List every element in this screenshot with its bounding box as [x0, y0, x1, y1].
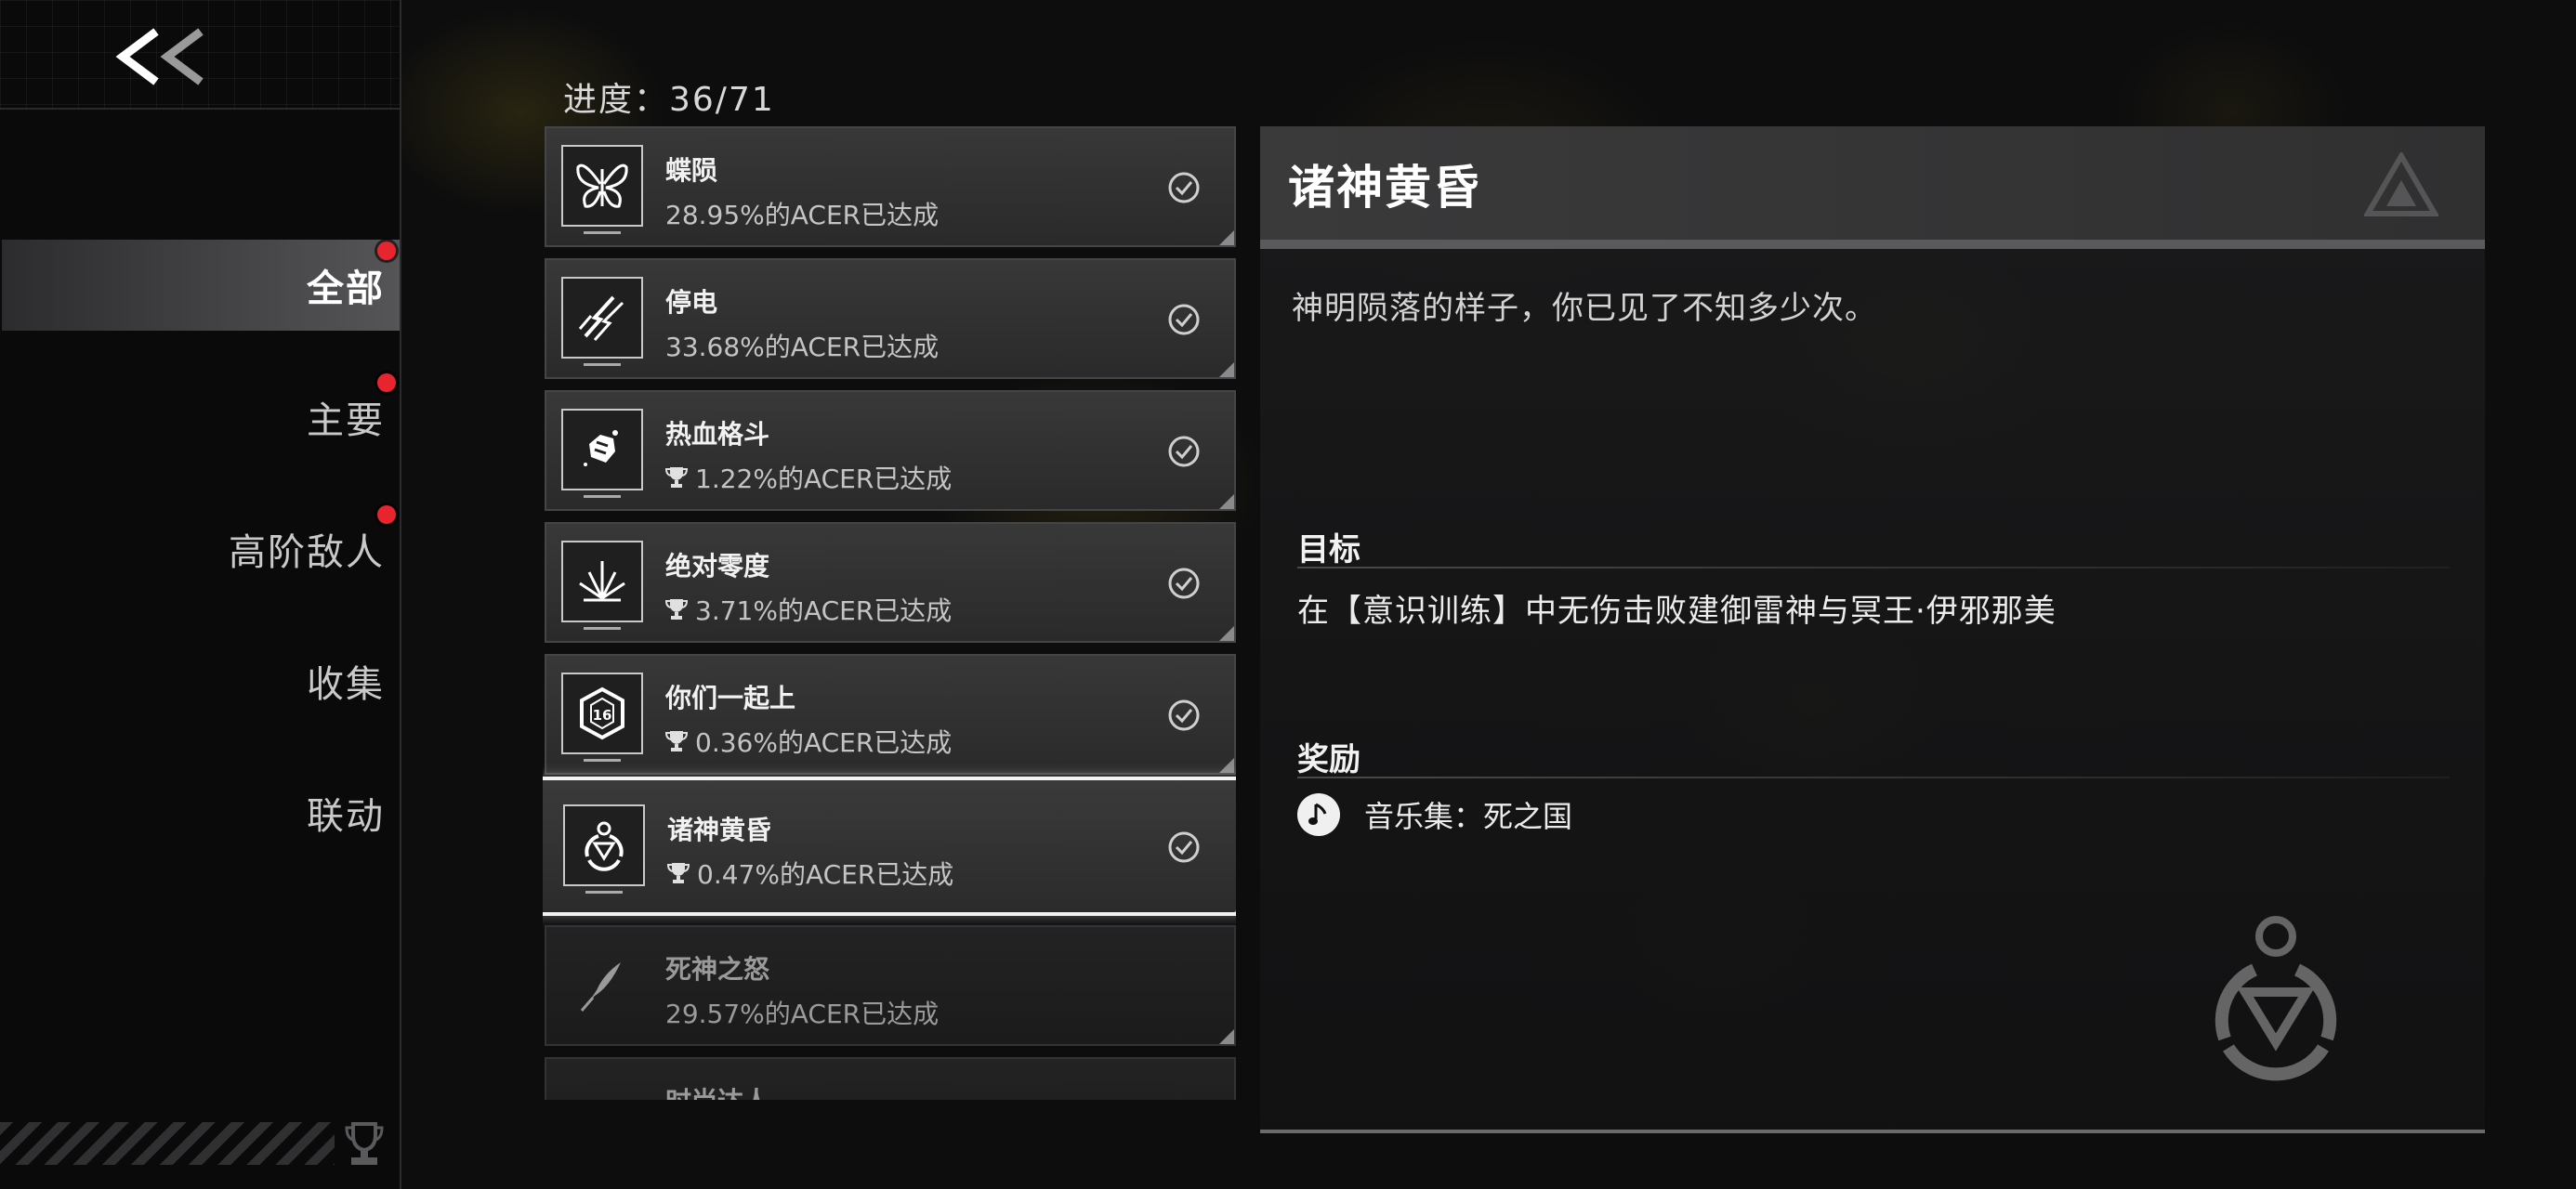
- achievement-badge: [561, 145, 643, 234]
- check-circle-icon: [1168, 831, 1200, 863]
- achievement-detail-panel: 诸神黄昏 神明陨落的样子，你已见了不知多少次。 目标 在【意识训练】中无伤击败建…: [1260, 126, 2485, 1133]
- achievement-badge: [561, 409, 643, 498]
- divine-emblem-icon: [585, 821, 624, 871]
- hatch-decoration: [0, 1122, 335, 1165]
- achievement-stat-text: 0.47%的ACER已达成: [697, 859, 954, 890]
- trophy-icon: [665, 731, 688, 751]
- sidebar: 全部 主要 高阶敌人 收集 联动: [0, 0, 401, 1189]
- goal-divider: [1297, 567, 2450, 568]
- svg-text:16: 16: [593, 707, 612, 724]
- reward-item[interactable]: 音乐集：死之国: [1297, 793, 1572, 836]
- divine-emblem-watermark-icon: [2215, 916, 2337, 1081]
- achievement-badge: [561, 277, 643, 366]
- achievement-card-all-together[interactable]: 16 你们一起上 0.36%的ACER已达成: [545, 654, 1236, 775]
- achievement-stat-text: 0.36%的ACER已达成: [695, 727, 953, 758]
- goal-label: 目标: [1297, 531, 1360, 568]
- fashion-icon: [572, 1087, 632, 1100]
- notification-dot: [377, 505, 396, 524]
- achievement-stat-text: 1.22%的ACER已达成: [695, 464, 953, 494]
- lightning-claw-icon: [578, 295, 624, 341]
- achievement-card-hot-blooded-fight[interactable]: 热血格斗 1.22%的ACER已达成: [545, 390, 1236, 511]
- achievement-badge: [561, 944, 643, 1026]
- achievement-stat-text: 3.71%的ACER已达成: [695, 595, 953, 626]
- nav-item-main[interactable]: 主要: [0, 372, 400, 463]
- detail-header: 诸神黄昏: [1260, 126, 2485, 249]
- notification-dot: [377, 242, 396, 260]
- achievement-card-ragnarok[interactable]: 诸神黄昏 0.47%的ACER已达成: [543, 777, 1236, 916]
- achievement-stat: 0.36%的ACER已达成: [665, 723, 952, 760]
- achievement-title: 死神之怒: [665, 954, 770, 985]
- achievement-stat: 29.57%的ACER已达成: [665, 994, 939, 1031]
- notification-dot: [377, 373, 396, 392]
- achievement-card-blackout[interactable]: 停电 33.68%的ACER已达成: [545, 258, 1236, 379]
- sidebar-header: [0, 0, 400, 110]
- achievement-card-absolute-zero[interactable]: 绝对零度 3.71%的ACER已达成: [545, 522, 1236, 643]
- music-note-icon: [1297, 793, 1340, 836]
- achievement-badge: [563, 804, 645, 894]
- nav-item-elite-enemies[interactable]: 高阶敌人: [0, 503, 400, 594]
- achievement-title: 停电: [665, 287, 718, 318]
- check-circle-icon: [1168, 699, 1200, 731]
- nav-item-all[interactable]: 全部: [2, 240, 400, 331]
- fist-icon: [584, 430, 618, 466]
- check-circle-icon: [1168, 568, 1200, 599]
- back-button[interactable]: [110, 24, 221, 89]
- achievement-stat-text: 28.95%的ACER已达成: [665, 200, 940, 230]
- feather-blade-icon: [580, 962, 621, 1012]
- achievement-title: 诸神黄昏: [667, 815, 772, 845]
- achievement-title: 你们一起上: [665, 683, 796, 713]
- reward-divider: [1297, 777, 2450, 778]
- check-circle-icon: [1168, 436, 1200, 467]
- achievement-stat: 0.47%的ACER已达成: [667, 855, 953, 892]
- reward-label: 奖励: [1297, 741, 1360, 778]
- check-circle-icon: [1168, 172, 1200, 203]
- check-circle-icon: [1168, 304, 1200, 335]
- achievement-title: 热血格斗: [665, 419, 770, 450]
- achievement-card-death-wrath[interactable]: 死神之怒 29.57%的ACER已达成: [545, 925, 1236, 1046]
- nav-item-label: 高阶敌人: [229, 531, 385, 574]
- nav-item-label: 全部: [307, 268, 385, 310]
- ice-crystal-icon: [579, 561, 625, 602]
- logo-icon: [2364, 152, 2438, 216]
- achievement-stat: 28.95%的ACER已达成: [665, 195, 939, 232]
- nav-item-collection[interactable]: 收集: [0, 635, 400, 726]
- detail-description: 神明陨落的样子，你已见了不知多少次。: [1292, 290, 1877, 327]
- trophy-icon: [665, 599, 688, 620]
- achievement-list[interactable]: 蝶陨 28.95%的ACER已达成 停电 33.68%的ACER已达成 热血格斗…: [543, 126, 1236, 1100]
- nav-item-label: 收集: [307, 663, 385, 706]
- double-chevron-left-icon: [115, 28, 204, 85]
- achievement-title: 蝶陨: [665, 155, 718, 186]
- trophy-icon: [345, 1122, 384, 1165]
- nav-item-label: 联动: [307, 795, 385, 838]
- achievement-stat-text: 33.68%的ACER已达成: [665, 332, 940, 362]
- achievement-stat: 1.22%的ACER已达成: [665, 459, 952, 496]
- butterfly-icon: [576, 163, 628, 208]
- goal-text: 在【意识训练】中无伤击败建御雷神与冥王·伊邪那美: [1297, 593, 2057, 630]
- achievement-stat: 3.71%的ACER已达成: [665, 591, 952, 628]
- nav-item-label: 主要: [307, 399, 385, 442]
- achievement-badge: [561, 1076, 643, 1100]
- progress-counter: 进度：36/71: [563, 81, 775, 119]
- trophy-icon: [665, 467, 688, 488]
- trophy-icon: [667, 863, 690, 883]
- hexagon-16-icon: 16: [580, 686, 624, 740]
- achievement-badge: [561, 541, 643, 630]
- detail-title: 诸神黄昏: [1288, 161, 1481, 215]
- achievement-title: 时尚达人: [665, 1081, 769, 1100]
- achievement-badge: 16: [561, 673, 643, 762]
- nav-item-collab[interactable]: 联动: [0, 767, 400, 858]
- achievement-card-fashionista[interactable]: 时尚达人: [545, 1057, 1236, 1100]
- detail-bottom-border: [1260, 1130, 2485, 1133]
- achievement-card-butterfly[interactable]: 蝶陨 28.95%的ACER已达成: [545, 126, 1236, 247]
- reward-text: 音乐集：死之国: [1364, 799, 1573, 834]
- achievement-stat-text: 29.57%的ACER已达成: [665, 999, 940, 1029]
- achievement-stat: 33.68%的ACER已达成: [665, 327, 939, 364]
- achievement-title: 绝对零度: [665, 551, 770, 581]
